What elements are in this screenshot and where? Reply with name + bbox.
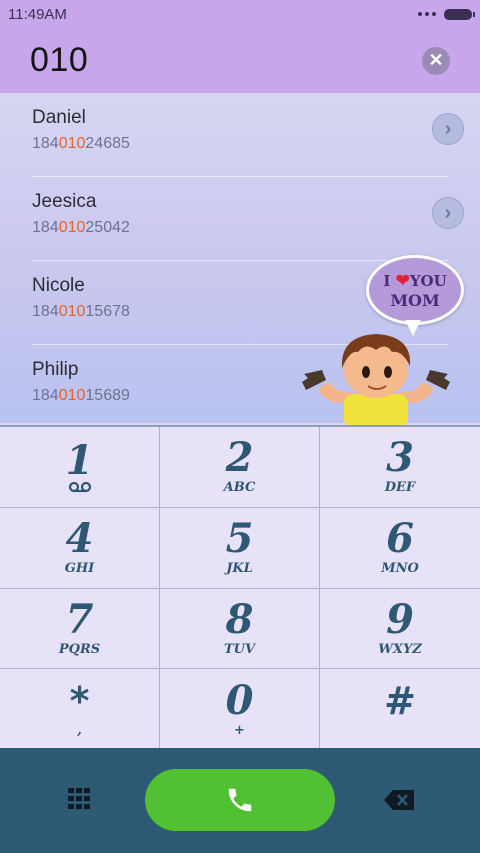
battery-icon: [444, 8, 475, 20]
contact-phone: 18401024685: [32, 135, 130, 152]
contact-name: Daniel: [32, 107, 86, 128]
status-icons: [418, 8, 475, 20]
dialer-action-bar: [0, 748, 480, 853]
key-7[interactable]: 7 PQRS: [0, 588, 160, 670]
chevron-right-icon[interactable]: ›: [432, 197, 464, 229]
contact-name: Jeesica: [32, 191, 97, 212]
chevron-right-icon[interactable]: ›: [432, 113, 464, 145]
key-1[interactable]: 1: [0, 427, 160, 508]
dial-number-input[interactable]: 010: [30, 41, 88, 80]
more-dots-icon: [418, 12, 436, 16]
voicemail-icon: [68, 481, 91, 492]
keypad-grid-icon[interactable]: [68, 788, 92, 810]
close-icon: ✕: [428, 50, 444, 70]
cartoon-kid-illustration: [302, 334, 450, 428]
contact-phone: 18401025042: [32, 219, 130, 236]
key-2[interactable]: 2 ABC: [160, 427, 320, 508]
key-0[interactable]: 0 +: [160, 669, 320, 750]
key-4[interactable]: 4 GHI: [0, 507, 160, 589]
clear-button[interactable]: ✕: [422, 46, 450, 75]
dial-keypad: 1 2 ABC 3 DEF 4 GHI 5 JKL 6 MNO 7 PQRS 8…: [0, 425, 480, 750]
love-mom-speech-bubble: I ❤YOU MOM: [366, 255, 464, 336]
call-button[interactable]: [145, 769, 335, 831]
key-6[interactable]: 6 MNO: [320, 508, 480, 589]
phone-icon: [228, 788, 252, 812]
contact-result[interactable]: Daniel 18401024685 ›: [32, 93, 464, 177]
key-8[interactable]: 8 TUV: [160, 588, 320, 670]
contact-result[interactable]: Jeesica 18401025042 ›: [32, 177, 464, 261]
backspace-icon[interactable]: [384, 790, 414, 810]
key-star[interactable]: * ,: [0, 669, 160, 750]
key-5[interactable]: 5 JKL: [160, 507, 320, 589]
key-3[interactable]: 3 DEF: [320, 427, 480, 508]
heart-icon: ❤: [395, 270, 410, 291]
status-bar: 11:49AM: [0, 0, 480, 28]
status-time: 11:49AM: [8, 5, 67, 23]
key-hash[interactable]: #: [320, 669, 480, 750]
dial-input-bar: 010 ✕: [0, 28, 480, 93]
key-9[interactable]: 9 WXYZ: [320, 589, 480, 670]
